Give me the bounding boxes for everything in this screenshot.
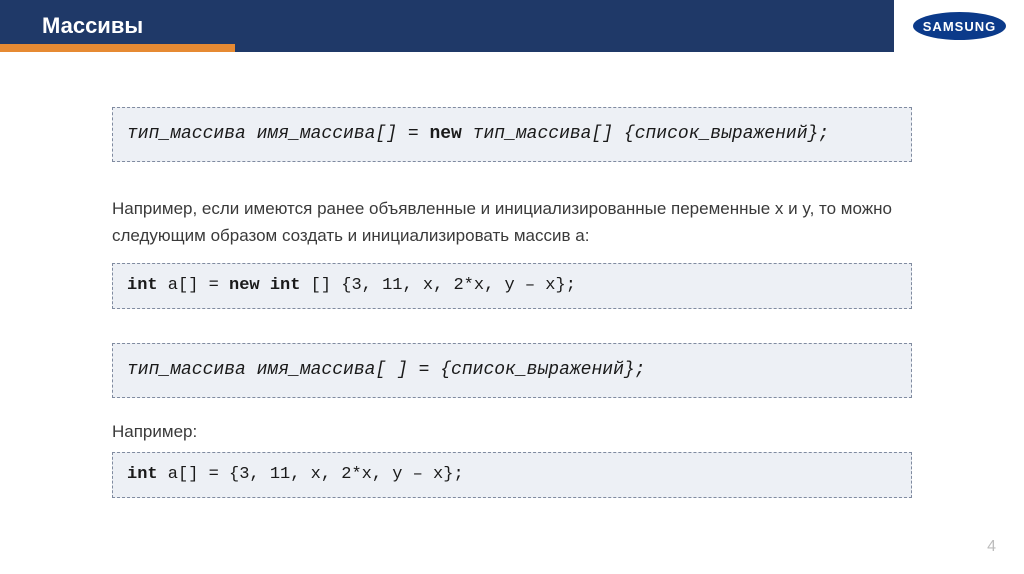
slide-title: Массивы bbox=[0, 13, 143, 39]
code-block-syntax-short: тип_массива имя_массива[ ] = {список_выр… bbox=[112, 343, 912, 398]
page-number: 4 bbox=[987, 538, 996, 556]
code-text: тип_массива[] {список_выражений}; bbox=[462, 124, 829, 144]
code-text: тип_массива имя_массива[] = bbox=[127, 124, 429, 144]
code-block-example-short: int a[] = {3, 11, x, 2*x, y – x}; bbox=[112, 452, 912, 498]
slide-header: Массивы SAMSUNG bbox=[0, 0, 1024, 52]
code-keyword: int bbox=[127, 276, 158, 295]
code-block-example-new: int a[] = new int [] {3, 11, x, 2*x, y –… bbox=[112, 263, 912, 309]
paragraph-example-intro: Например, если имеются ранее объявленные… bbox=[112, 196, 912, 249]
code-text: тип_массива имя_массива[ ] = {список_выр… bbox=[127, 360, 645, 380]
code-text: [] {3, 11, x, 2*x, y – x}; bbox=[300, 276, 575, 295]
code-text: a[] = {3, 11, x, 2*x, y – x}; bbox=[158, 465, 464, 484]
code-text: a[] = bbox=[158, 276, 229, 295]
logo-container: SAMSUNG bbox=[894, 0, 1024, 52]
samsung-logo-icon: SAMSUNG bbox=[912, 11, 1007, 41]
paragraph-example-label: Например: bbox=[112, 422, 912, 442]
code-block-syntax-new: тип_массива имя_массива[] = new тип_масс… bbox=[112, 107, 912, 162]
header-accent-bar bbox=[0, 44, 235, 52]
code-keyword: new int bbox=[229, 276, 300, 295]
code-keyword: int bbox=[127, 465, 158, 484]
logo-text: SAMSUNG bbox=[922, 19, 995, 34]
slide-content: тип_массива имя_массива[] = new тип_масс… bbox=[0, 52, 1024, 498]
code-keyword: new bbox=[429, 124, 461, 144]
